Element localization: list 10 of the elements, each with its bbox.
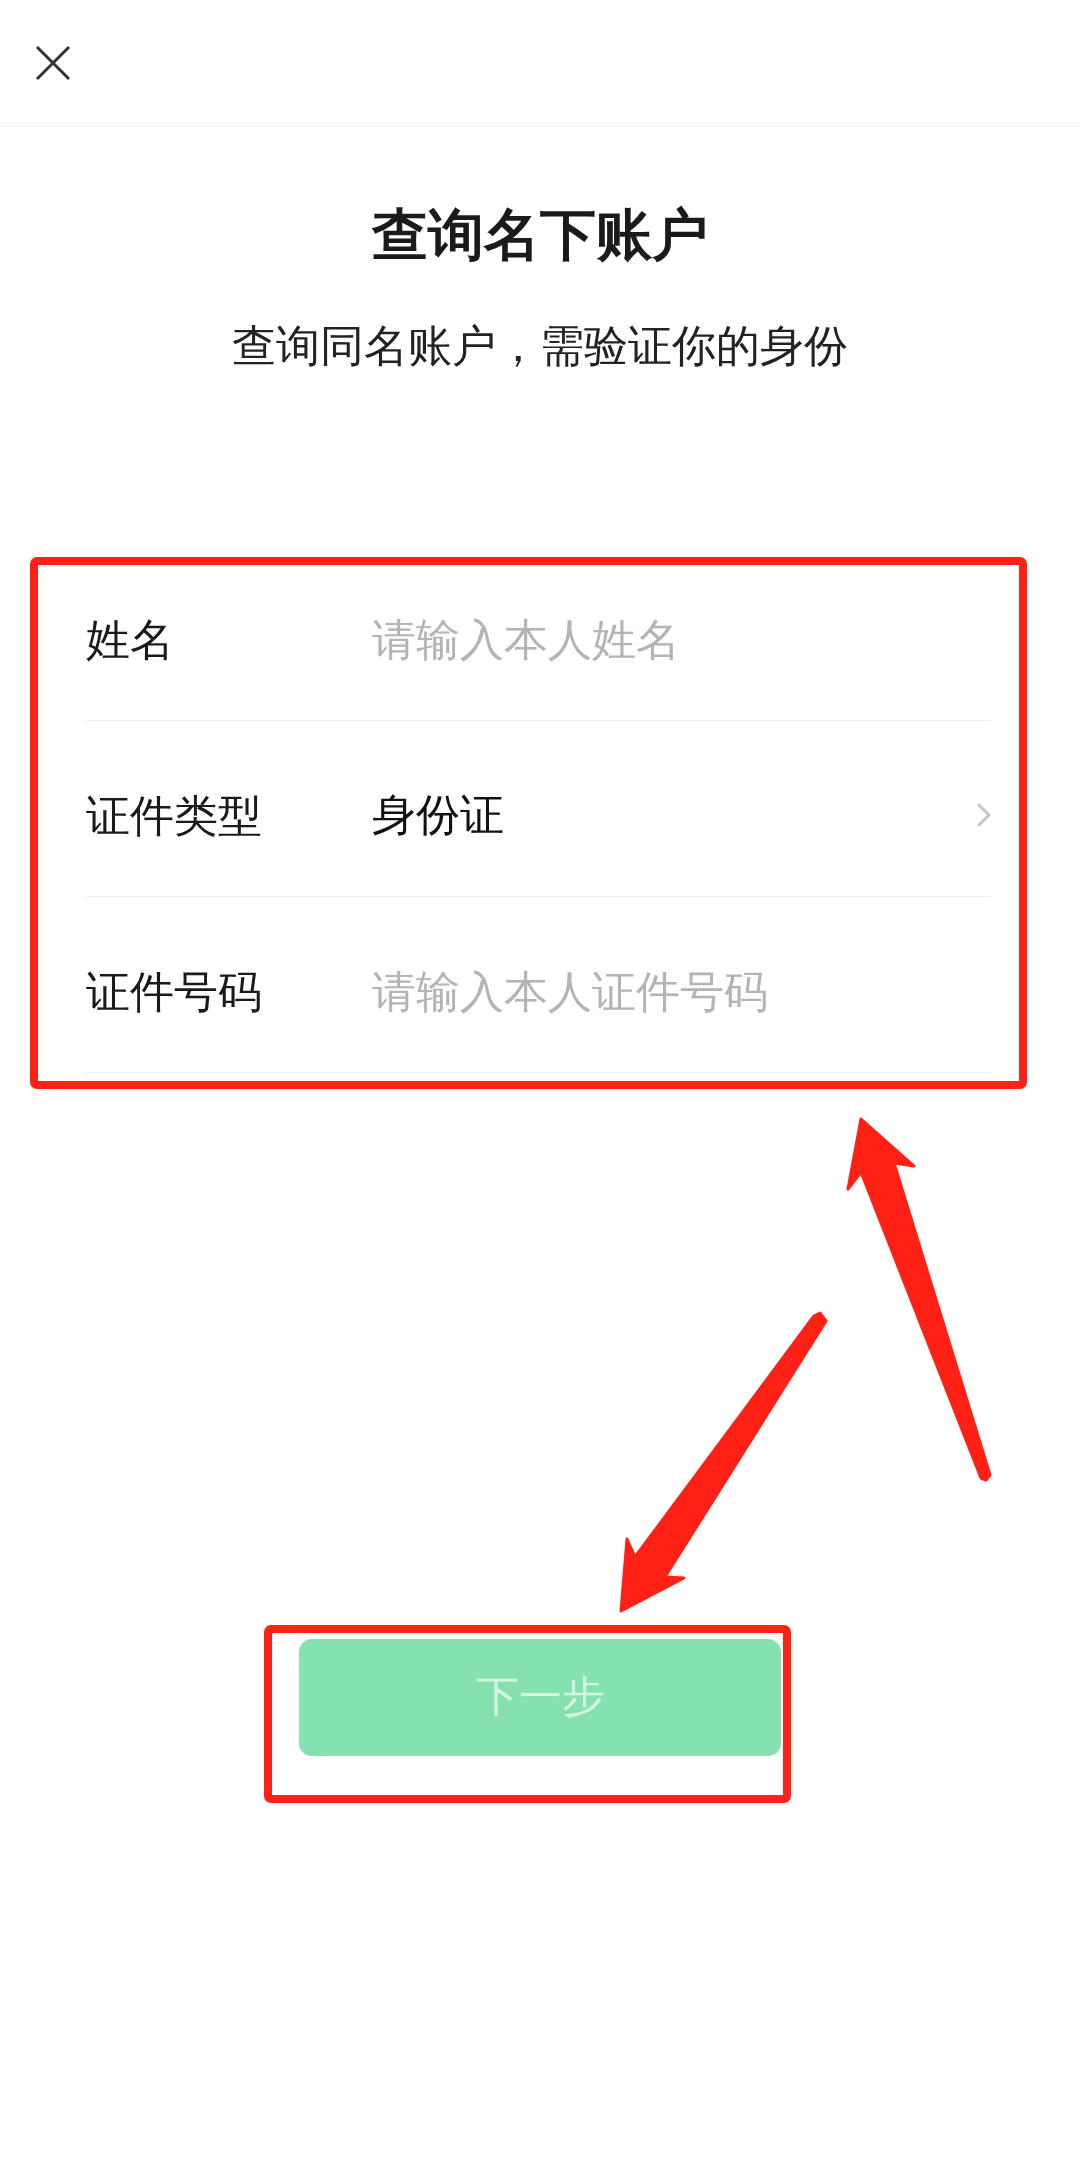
page-title: 查询名下账户 bbox=[372, 201, 708, 269]
chevron-right-icon bbox=[977, 803, 991, 828]
text-input[interactable]: 请输入本人证件号码 bbox=[372, 961, 991, 1022]
field-label: 姓名 bbox=[86, 612, 175, 667]
field-label: 证件号码 bbox=[86, 964, 263, 1019]
id-type-select[interactable]: 身份证 bbox=[372, 785, 991, 846]
page-subtitle: 查询同名账户，需验证你的身份 bbox=[232, 320, 848, 373]
close-icon[interactable] bbox=[35, 45, 71, 81]
text-input[interactable]: 请输入本人姓名 bbox=[372, 609, 991, 670]
field-label: 证件类型 bbox=[86, 788, 263, 843]
